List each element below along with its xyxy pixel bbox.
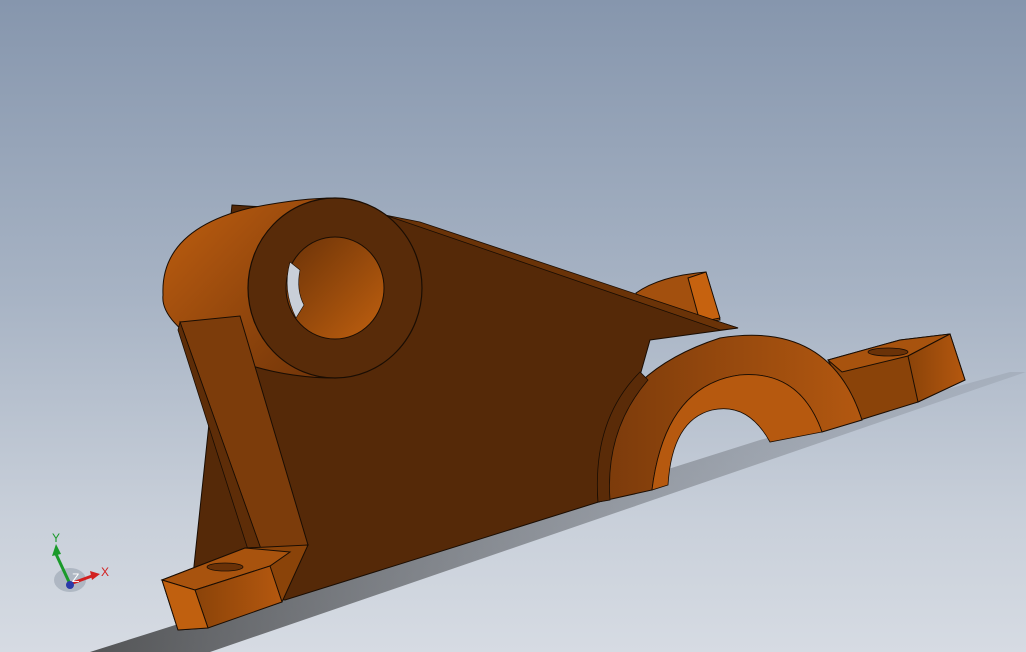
coordinate-triad: Y X Z bbox=[52, 532, 109, 592]
x-axis-arrowhead bbox=[90, 571, 100, 580]
z-axis-label: Z bbox=[72, 571, 79, 585]
3d-model-view[interactable] bbox=[0, 0, 1026, 652]
x-axis-label: X bbox=[101, 565, 109, 579]
y-axis-label: Y bbox=[52, 532, 60, 545]
graphics-viewport[interactable]: Y X Z bbox=[0, 0, 1026, 652]
upper-boss-bore bbox=[285, 236, 385, 340]
y-axis-arrowhead bbox=[52, 544, 61, 556]
